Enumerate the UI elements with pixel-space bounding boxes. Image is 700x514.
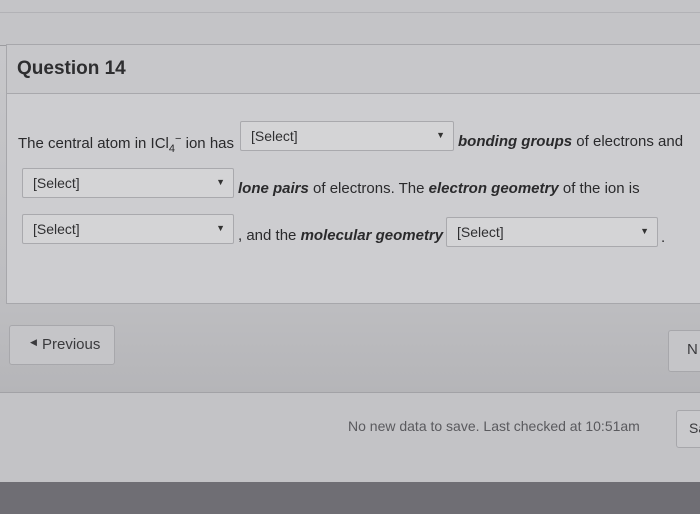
molecular-geometry-text: molecular geometry bbox=[300, 227, 444, 244]
select-lone-pairs[interactable]: [Select] ▼ bbox=[22, 168, 234, 198]
select-electron-geometry[interactable]: [Select] ▼ bbox=[22, 214, 234, 244]
previous-label: Previous bbox=[42, 336, 101, 353]
text-line2-mid: of electrons. The bbox=[308, 180, 429, 197]
question-text-line1-end: bonding groups of electrons and bbox=[458, 133, 683, 150]
bottom-edge bbox=[0, 482, 700, 514]
browser-top-band bbox=[0, 0, 700, 46]
question-period: . bbox=[661, 229, 666, 246]
lone-pairs-text: lone pairs bbox=[238, 180, 309, 197]
chevron-left-icon: ◀ bbox=[30, 337, 37, 347]
chevron-down-icon: ▼ bbox=[216, 223, 225, 233]
question-title: Question 14 bbox=[17, 58, 126, 79]
select-molecular-geometry[interactable]: [Select] ▼ bbox=[446, 217, 658, 247]
question-header: Question 14 bbox=[7, 45, 700, 94]
text-line1-suffix: ion has bbox=[181, 135, 235, 152]
text-line2-end: of the ion is bbox=[558, 180, 640, 197]
chevron-down-icon: ▼ bbox=[216, 177, 225, 187]
bonding-groups-text: bonding groups bbox=[458, 133, 573, 150]
chevron-down-icon: ▼ bbox=[436, 130, 445, 140]
select-bonding-groups[interactable]: [Select] ▼ bbox=[240, 121, 454, 151]
submit-quiz-button[interactable]: Sa bbox=[676, 410, 700, 448]
text-line1-end: of electrons and bbox=[572, 133, 684, 150]
next-label: N bbox=[687, 341, 698, 358]
previous-button[interactable]: ◀ Previous bbox=[9, 325, 115, 365]
save-label: Sa bbox=[689, 420, 700, 436]
electron-geometry-text: electron geometry bbox=[428, 180, 559, 197]
question-text-line1: The central atom in ICl4− ion has bbox=[18, 133, 234, 155]
select-label: [Select] bbox=[457, 224, 504, 240]
top-divider bbox=[0, 12, 700, 13]
text-line1-prefix: The central atom in ICl bbox=[18, 135, 169, 152]
save-status-text: No new data to save. Last checked at 10:… bbox=[348, 418, 640, 434]
select-label: [Select] bbox=[33, 221, 80, 237]
select-label: [Select] bbox=[251, 128, 298, 144]
question-text-line3: , and the molecular geometry is bbox=[238, 227, 458, 244]
text-line3-prefix: , and the bbox=[238, 227, 301, 244]
footer-bar bbox=[0, 392, 700, 483]
chevron-down-icon: ▼ bbox=[640, 226, 649, 236]
question-text-line2: lone pairs of electrons. The electron ge… bbox=[238, 180, 640, 197]
next-button[interactable]: N bbox=[668, 330, 700, 372]
select-label: [Select] bbox=[33, 175, 80, 191]
